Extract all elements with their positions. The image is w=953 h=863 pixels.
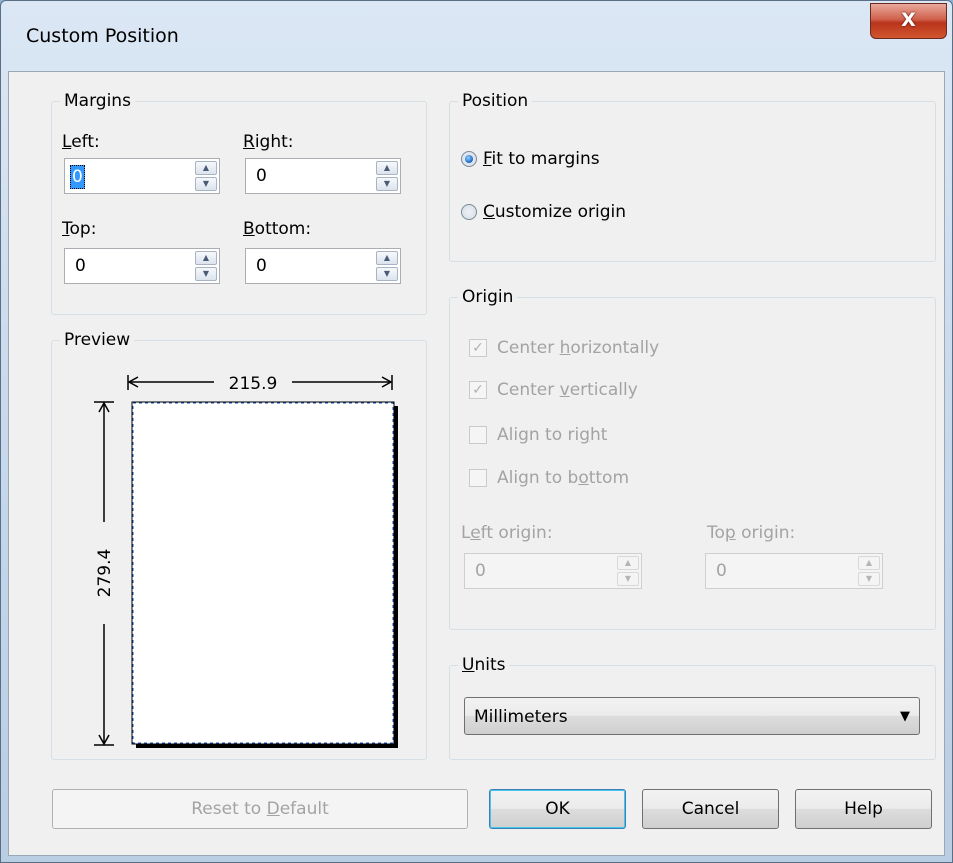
- spin-down-icon[interactable]: ▼: [195, 177, 217, 191]
- radio-unselected-icon: [461, 204, 477, 220]
- position-group: Position: [449, 90, 936, 262]
- top-origin-spinner[interactable]: 0 ▲ ▼: [705, 553, 883, 589]
- top-origin-value[interactable]: 0: [716, 560, 727, 582]
- margin-top-spinner[interactable]: 0 ▲ ▼: [64, 248, 220, 284]
- margin-right-spin-buttons: ▲ ▼: [376, 161, 398, 191]
- margin-bottom-label: Bottom:: [243, 219, 312, 239]
- left-origin-value[interactable]: 0: [475, 560, 486, 582]
- spin-down-icon[interactable]: ▼: [617, 572, 639, 586]
- dialog-window: Custom Position X Margins Left: 0 ▲ ▼ Ri…: [0, 0, 953, 863]
- spin-down-icon[interactable]: ▼: [376, 177, 398, 191]
- help-button[interactable]: Help: [795, 789, 932, 829]
- spin-up-icon[interactable]: ▲: [376, 251, 398, 265]
- margin-top-label: Top:: [62, 219, 97, 239]
- top-origin-spin-buttons: ▲ ▼: [858, 556, 880, 586]
- checkmark-icon: ✓: [469, 381, 487, 399]
- top-origin-label: Top origin:: [707, 523, 796, 543]
- origin-group-label: Origin: [458, 286, 518, 308]
- fit-to-margins-radio[interactable]: Fit to margins: [461, 146, 600, 172]
- dialog-title: Custom Position: [26, 25, 179, 47]
- spin-down-icon[interactable]: ▼: [376, 267, 398, 281]
- checkbox-empty-icon: [469, 426, 487, 444]
- margin-right-value[interactable]: 0: [256, 165, 267, 187]
- center-horizontally-label: Center horizontally: [497, 338, 660, 358]
- margin-right-label: Right:: [243, 132, 294, 152]
- ok-button[interactable]: OK: [489, 789, 626, 829]
- customize-origin-radio[interactable]: Customize origin: [461, 199, 626, 225]
- left-origin-spin-buttons: ▲ ▼: [617, 556, 639, 586]
- checkbox-empty-icon: [469, 469, 487, 487]
- spin-down-icon[interactable]: ▼: [195, 267, 217, 281]
- margin-bottom-spinner[interactable]: 0 ▲ ▼: [245, 248, 401, 284]
- width-value-label: 215.9: [229, 374, 278, 394]
- left-origin-spinner[interactable]: 0 ▲ ▼: [464, 553, 642, 589]
- width-dimension: 215.9: [127, 374, 393, 394]
- customize-origin-label: Customize origin: [483, 202, 627, 222]
- margins-group-label: Margins: [60, 90, 135, 112]
- margin-left-spin-buttons: ▲ ▼: [195, 161, 217, 191]
- close-icon: X: [901, 9, 916, 31]
- align-to-right-label: Align to right: [497, 425, 608, 445]
- preview-group-label: Preview: [60, 329, 135, 351]
- align-to-right-checkbox[interactable]: Align to right: [469, 422, 607, 448]
- dialog-client-area: Margins Left: 0 ▲ ▼ Right: 0 ▲ ▼ Top: 0 …: [8, 71, 945, 856]
- page-preview: 215.9 279.4: [94, 374, 398, 748]
- align-to-bottom-checkbox[interactable]: Align to bottom: [469, 465, 629, 491]
- units-group-label: Units: [458, 654, 510, 676]
- position-group-label: Position: [458, 90, 533, 112]
- left-origin-label: Left origin:: [461, 523, 553, 543]
- units-dropdown[interactable]: Millimeters ▼: [464, 697, 920, 735]
- reset-to-default-button[interactable]: Reset to Default: [52, 789, 468, 829]
- spin-down-icon[interactable]: ▼: [858, 572, 880, 586]
- radio-selected-icon: [461, 151, 477, 167]
- margin-bottom-spin-buttons: ▲ ▼: [376, 251, 398, 281]
- margin-top-spin-buttons: ▲ ▼: [195, 251, 217, 281]
- dropdown-arrow-icon: ▼: [900, 709, 910, 724]
- cancel-button[interactable]: Cancel: [642, 789, 779, 829]
- page-rect: [131, 401, 395, 745]
- spin-up-icon[interactable]: ▲: [195, 251, 217, 265]
- margin-right-spinner[interactable]: 0 ▲ ▼: [245, 158, 401, 194]
- height-value-label: 279.4: [95, 549, 115, 598]
- fit-to-margins-label: Fit to margins: [483, 149, 600, 169]
- margin-left-label: Left:: [62, 132, 100, 152]
- margin-left-spinner[interactable]: 0 ▲ ▼: [64, 158, 220, 194]
- center-vertically-checkbox[interactable]: ✓ Center vertically: [469, 377, 638, 403]
- spin-up-icon[interactable]: ▲: [617, 556, 639, 570]
- align-to-bottom-label: Align to bottom: [497, 468, 630, 488]
- spin-up-icon[interactable]: ▲: [858, 556, 880, 570]
- spin-up-icon[interactable]: ▲: [195, 161, 217, 175]
- units-selected-value: Millimeters: [474, 707, 568, 727]
- margin-left-value[interactable]: 0: [70, 165, 85, 189]
- margin-top-value[interactable]: 0: [75, 255, 86, 277]
- center-horizontally-checkbox[interactable]: ✓ Center horizontally: [469, 335, 659, 361]
- height-dimension: 279.4: [94, 401, 115, 746]
- margin-bottom-value[interactable]: 0: [256, 255, 267, 277]
- checkmark-icon: ✓: [469, 339, 487, 357]
- spin-up-icon[interactable]: ▲: [376, 161, 398, 175]
- title-bar: Custom Position X: [1, 1, 952, 71]
- center-vertically-label: Center vertically: [497, 380, 638, 400]
- close-button[interactable]: X: [870, 3, 947, 39]
